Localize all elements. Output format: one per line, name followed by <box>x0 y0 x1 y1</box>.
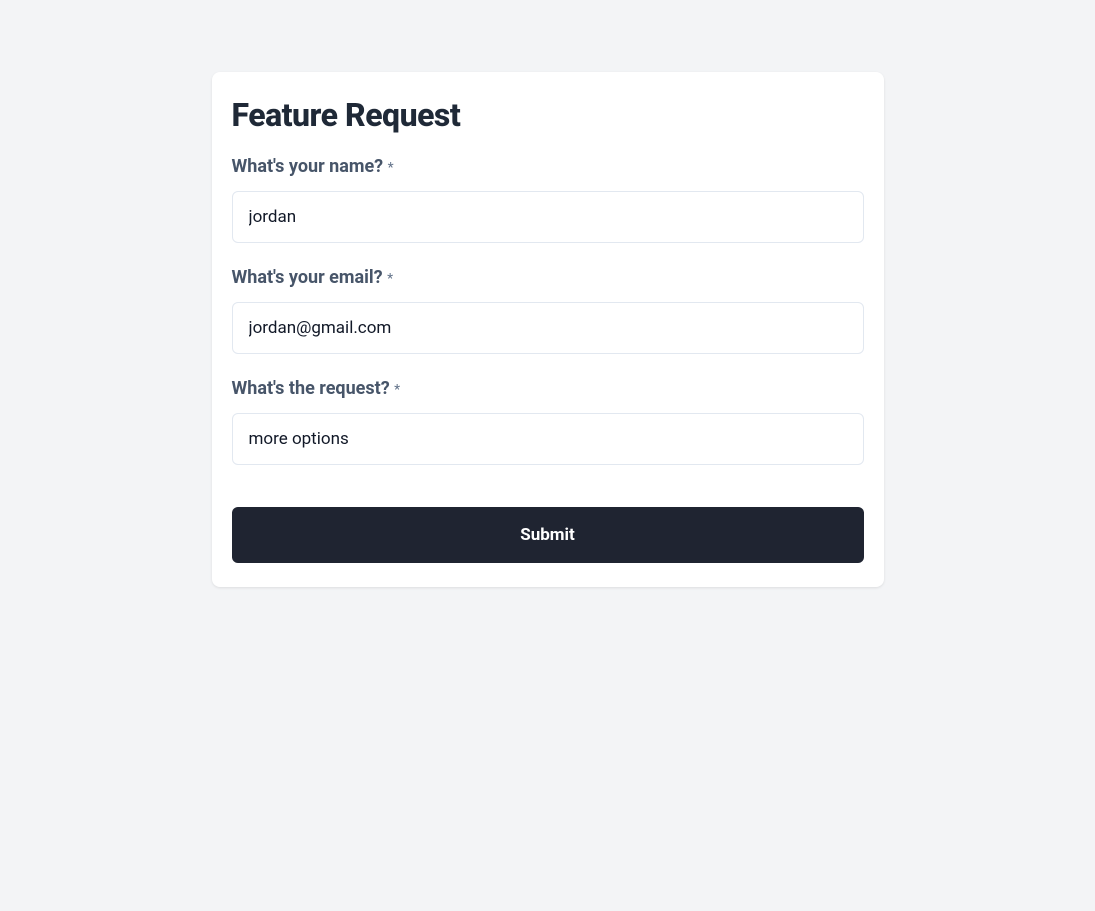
request-label: What's the request? * <box>232 378 864 399</box>
email-field-group: What's your email? * <box>232 267 864 354</box>
page-title: Feature Request <box>232 96 864 134</box>
email-label-text: What's your email? <box>232 267 383 288</box>
submit-button[interactable]: Submit <box>232 507 864 563</box>
request-input[interactable] <box>232 413 864 465</box>
required-mark: * <box>394 382 400 398</box>
required-mark: * <box>387 271 393 287</box>
request-field-group: What's the request? * <box>232 378 864 465</box>
name-label-text: What's your name? <box>232 156 384 177</box>
request-label-text: What's the request? <box>232 378 390 399</box>
feature-request-card: Feature Request What's your name? * What… <box>212 72 884 587</box>
required-mark: * <box>388 160 394 176</box>
email-label: What's your email? * <box>232 267 864 288</box>
name-label: What's your name? * <box>232 156 864 177</box>
email-input[interactable] <box>232 302 864 354</box>
name-field-group: What's your name? * <box>232 156 864 243</box>
name-input[interactable] <box>232 191 864 243</box>
